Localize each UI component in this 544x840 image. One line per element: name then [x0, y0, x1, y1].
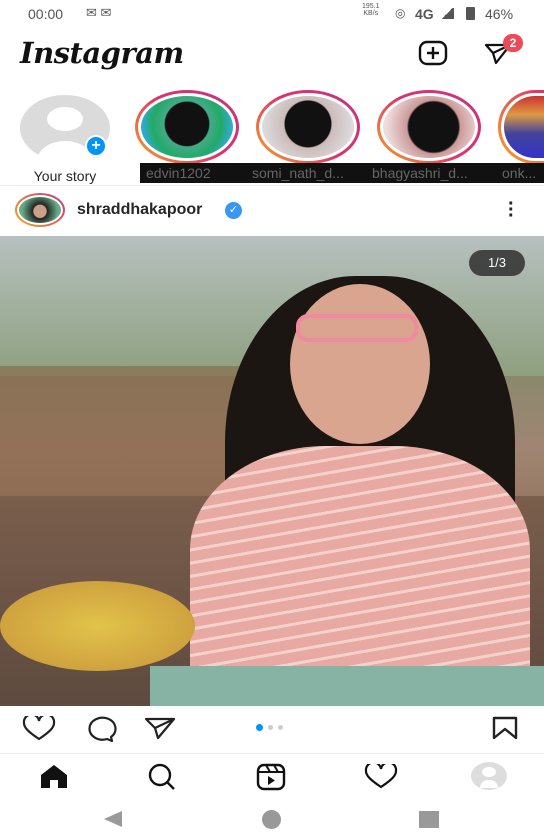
- more-options-button[interactable]: · · ·: [508, 194, 515, 226]
- comment-icon: [88, 716, 117, 743]
- nav-reels[interactable]: [256, 763, 286, 791]
- direct-messages-button[interactable]: 2: [484, 34, 523, 66]
- like-button[interactable]: [22, 716, 56, 742]
- gmail-icon: ✉ ✉: [86, 5, 112, 20]
- story-label: Your story: [33, 168, 97, 184]
- new-post-button[interactable]: [418, 40, 448, 66]
- messages-badge: 2: [503, 34, 523, 52]
- heart-icon: [22, 716, 56, 741]
- story-item[interactable]: [498, 90, 544, 164]
- story-your-story[interactable]: + Your story: [20, 90, 110, 184]
- divider: [0, 185, 544, 186]
- recents-button[interactable]: [419, 811, 439, 828]
- nav-search[interactable]: [147, 763, 177, 791]
- post-image[interactable]: [0, 236, 544, 706]
- system-nav-bar: [0, 800, 544, 840]
- network-type: 4G: [415, 6, 434, 22]
- story-label: edvin1202: [146, 165, 211, 181]
- hotspot-icon: ◎: [395, 6, 406, 20]
- instagram-logo[interactable]: Instagram: [20, 36, 184, 70]
- bookmark-icon: [492, 716, 518, 740]
- post-avatar[interactable]: [15, 193, 65, 227]
- carousel-dot: [278, 725, 283, 730]
- send-icon: [144, 717, 176, 740]
- nav-profile[interactable]: [471, 762, 507, 790]
- search-icon: [148, 763, 175, 790]
- nav-activity[interactable]: [364, 764, 398, 790]
- story-label: somi_nath_d...: [252, 165, 344, 181]
- status-bar: 00:00 ✉ ✉ 195.1 KB/s ◎ 4G 46%: [0, 0, 544, 28]
- comment-button[interactable]: [83, 715, 117, 743]
- story-item[interactable]: [256, 90, 360, 164]
- nav-home[interactable]: [38, 763, 70, 789]
- profile-icon: [482, 767, 496, 777]
- carousel-dot-active: [256, 724, 263, 731]
- story-label: bhagyashri_d...: [372, 165, 468, 181]
- redacted-story-names: edvin1202 somi_nath_d... bhagyashri_d...…: [140, 163, 544, 183]
- story-label: onk...: [502, 165, 537, 181]
- carousel-dot: [268, 725, 273, 730]
- battery-percent: 46%: [485, 6, 514, 22]
- add-story-icon[interactable]: +: [85, 135, 107, 157]
- plus-square-icon: [418, 40, 448, 66]
- home-icon: [41, 765, 67, 788]
- story-item[interactable]: [377, 90, 481, 164]
- divider: [0, 753, 544, 754]
- signal-icon: [440, 8, 454, 19]
- home-button[interactable]: [262, 810, 281, 829]
- share-button[interactable]: [144, 716, 176, 742]
- verified-badge-icon: ✓: [225, 202, 242, 219]
- network-speed: 195.1 KB/s: [362, 3, 380, 17]
- story-item[interactable]: [135, 90, 239, 164]
- carousel-indicator: [256, 724, 283, 731]
- save-button[interactable]: [492, 716, 518, 740]
- image-counter: 1/3: [469, 250, 525, 276]
- heart-icon: [364, 764, 398, 789]
- battery-icon: [466, 7, 475, 20]
- back-button[interactable]: [104, 811, 122, 827]
- bottom-nav: [0, 755, 544, 801]
- reels-icon: [256, 763, 286, 791]
- post-username[interactable]: shraddhakapoor: [77, 201, 202, 219]
- status-time: 00:00: [28, 6, 64, 22]
